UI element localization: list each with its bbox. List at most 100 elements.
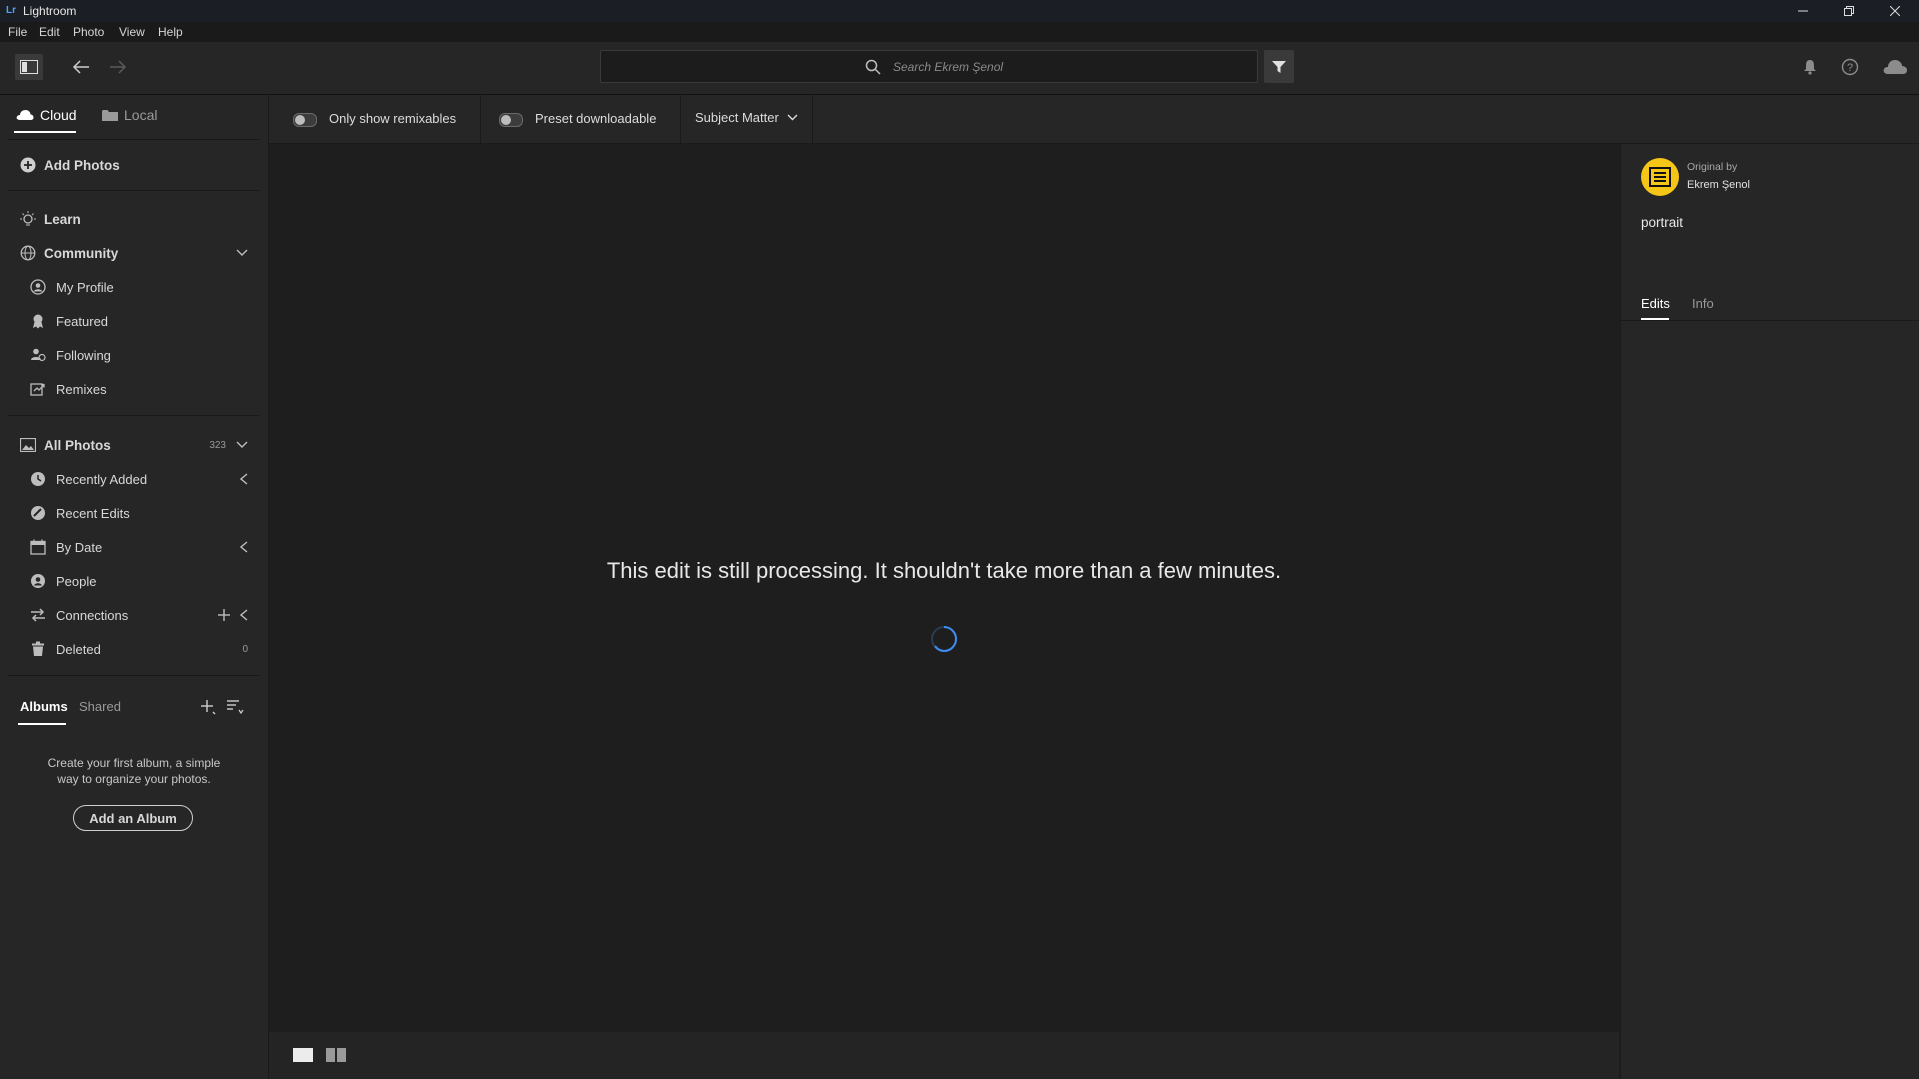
- sort-icon[interactable]: [226, 699, 244, 715]
- active-tab-indicator: [14, 131, 76, 133]
- tab-cloud-label: Cloud: [40, 107, 77, 123]
- photo-title: portrait: [1641, 215, 1684, 230]
- add-album-button[interactable]: Add an Album: [73, 805, 193, 831]
- search-box[interactable]: Search Ekrem Şenol: [600, 50, 1258, 83]
- deleted-count: 0: [242, 643, 248, 655]
- bottom-bar: [269, 1032, 1619, 1079]
- connections-icon: [30, 607, 46, 623]
- featured-label: Featured: [56, 313, 109, 329]
- menu-photo[interactable]: Photo: [73, 25, 104, 39]
- sidebar-item-featured[interactable]: Featured: [0, 307, 268, 335]
- preset-downloadable-toggle[interactable]: [499, 113, 523, 127]
- single-view-icon[interactable]: [293, 1048, 313, 1062]
- funnel-icon: [1272, 60, 1286, 73]
- sidebar-item-all-photos[interactable]: All Photos 323: [0, 431, 268, 459]
- sidebar-item-recently-added[interactable]: Recently Added: [0, 465, 268, 493]
- bell-icon: [1804, 60, 1816, 75]
- add-photos-button[interactable]: Add Photos: [0, 151, 268, 179]
- person-icon: [30, 573, 46, 589]
- chevron-down-icon[interactable]: [236, 249, 248, 257]
- people-label: People: [56, 573, 97, 589]
- tab-edits[interactable]: Edits: [1641, 296, 1670, 311]
- author-avatar[interactable]: [1641, 158, 1679, 196]
- author-name[interactable]: Ekrem Şenol: [1687, 179, 1750, 191]
- chevron-left-icon[interactable]: [240, 473, 248, 485]
- user-circle-icon: [30, 279, 46, 295]
- original-by-label: Original by: [1687, 161, 1738, 173]
- menu-view[interactable]: View: [119, 25, 145, 39]
- plus-circle-icon: [20, 157, 36, 173]
- trash-icon: [30, 641, 46, 657]
- add-album-icon[interactable]: [200, 699, 216, 715]
- filter-button[interactable]: [1264, 50, 1294, 83]
- sidebar-item-remixes[interactable]: Remixes: [0, 375, 268, 403]
- following-label: Following: [56, 347, 111, 363]
- processing-message: This edit is still processing. It should…: [606, 558, 1282, 583]
- sidebar-item-learn[interactable]: Learn: [0, 205, 268, 233]
- toolbar: Search Ekrem Şenol ?: [0, 42, 1919, 95]
- photos-icon: [20, 437, 36, 453]
- clock-icon: [30, 471, 46, 487]
- sidebar-item-deleted[interactable]: Deleted 0: [0, 635, 268, 663]
- remixables-toggle[interactable]: [293, 113, 317, 127]
- search-input[interactable]: Search Ekrem Şenol: [893, 60, 1003, 74]
- calendar-icon: [30, 539, 46, 555]
- remixables-label: Only show remixables: [329, 111, 457, 126]
- tab-info[interactable]: Info: [1692, 296, 1714, 311]
- window-title: Lightroom: [23, 4, 77, 18]
- sidebar-item-my-profile[interactable]: My Profile: [0, 273, 268, 301]
- close-button[interactable]: [1872, 0, 1918, 22]
- all-photos-label: All Photos: [44, 437, 111, 453]
- svg-text:?: ?: [1847, 62, 1853, 74]
- filter-separator: [680, 95, 681, 143]
- toggle-panel-button[interactable]: [15, 54, 43, 80]
- albums-empty-text: Create your first album, a simple way to…: [0, 755, 268, 787]
- sidebar-item-following[interactable]: Following: [0, 341, 268, 369]
- close-icon: [1890, 6, 1900, 16]
- panel-toggle-icon: [20, 60, 38, 74]
- menu-file[interactable]: File: [8, 25, 27, 39]
- restore-button[interactable]: [1826, 0, 1872, 22]
- chevron-left-icon[interactable]: [240, 609, 248, 621]
- users-icon: [30, 347, 46, 363]
- forward-button[interactable]: [107, 56, 129, 78]
- filter-bar: Only show remixables Preset downloadable…: [269, 95, 1919, 144]
- edit-sliders-icon: [30, 505, 46, 521]
- tab-local-label: Local: [124, 107, 158, 123]
- loading-spinner-icon: [929, 624, 959, 654]
- tab-albums[interactable]: Albums: [20, 699, 68, 714]
- remixes-label: Remixes: [56, 381, 107, 397]
- subject-matter-label: Subject Matter: [695, 110, 779, 125]
- menu-help[interactable]: Help: [158, 25, 183, 39]
- title-bar: Lr Lightroom: [0, 0, 1919, 22]
- sidebar-item-community[interactable]: Community: [0, 239, 268, 267]
- add-connection-icon[interactable]: [218, 609, 230, 621]
- cloud-icon: [16, 110, 34, 120]
- compare-view-icon[interactable]: [326, 1048, 346, 1062]
- chevron-left-icon[interactable]: [240, 541, 248, 553]
- back-button[interactable]: [70, 56, 92, 78]
- restore-icon: [1844, 6, 1854, 16]
- notifications-button[interactable]: [1801, 57, 1819, 77]
- sidebar-item-by-date[interactable]: By Date: [0, 533, 268, 561]
- chevron-down-icon[interactable]: [236, 441, 248, 449]
- menu-edit[interactable]: Edit: [39, 25, 60, 39]
- cloud-status-button[interactable]: [1881, 57, 1909, 77]
- help-button[interactable]: ?: [1840, 57, 1860, 77]
- author-logo-icon: [1649, 167, 1671, 187]
- arrow-right-icon: [110, 60, 127, 74]
- tab-cloud[interactable]: Cloud: [16, 107, 77, 123]
- sidebar-item-people[interactable]: People: [0, 567, 268, 595]
- minimize-icon: [1798, 10, 1808, 12]
- tab-local[interactable]: Local: [102, 107, 157, 123]
- tab-shared[interactable]: Shared: [79, 699, 121, 714]
- deleted-label: Deleted: [56, 641, 101, 657]
- sidebar: Cloud Local Add Photos Learn Community M…: [0, 95, 269, 1079]
- albums-tab-indicator: [18, 723, 66, 725]
- minimize-button[interactable]: [1780, 0, 1826, 22]
- sidebar-item-recent-edits[interactable]: Recent Edits: [0, 499, 268, 527]
- learn-label: Learn: [44, 211, 81, 227]
- cloud-icon: [1883, 60, 1907, 74]
- sidebar-item-connections[interactable]: Connections: [0, 601, 268, 629]
- subject-matter-dropdown[interactable]: Subject Matter: [695, 110, 798, 125]
